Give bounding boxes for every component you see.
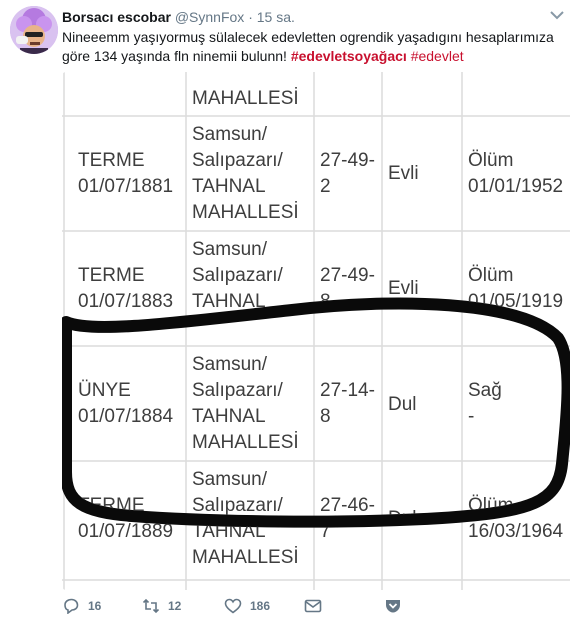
author-name[interactable]: Borsacı escobar [62, 9, 171, 25]
cell-address-r4-2: Salıpazarı/ [192, 495, 283, 516]
avatar[interactable] [10, 6, 58, 54]
cell-address-r1-4: MAHALLESİ [192, 202, 299, 223]
cell-address-r2-2: Salıpazarı/ [192, 265, 283, 286]
tweet-text: Nineeemm yaşıyormuş sülalecek edevletten… [62, 28, 562, 66]
cell-life-r4-1: Ölüm [468, 495, 514, 516]
cell-cilt-r3-2: 8 [320, 406, 331, 427]
cell-address-r3-2: Salıpazarı/ [192, 380, 283, 401]
cell-address-r1-1: Samsun/ [192, 124, 267, 145]
cell-place-r4: TERME [78, 495, 145, 516]
cell-status-r1: Evli [388, 163, 419, 184]
cell-place-r1: TERME [78, 150, 145, 171]
cell-life-r3-2: - [468, 406, 475, 427]
cell-address-r2-1: Samsun/ [192, 239, 267, 260]
reply-button[interactable]: 16 [62, 598, 101, 614]
cell-place-r3: ÜNYE [78, 380, 131, 401]
like-button[interactable]: 186 [224, 598, 270, 614]
attached-photo[interactable]: MAHALLESİ TERME 01/07/1881 Samsun/ Salıp… [62, 72, 570, 590]
cell-date-r2: 01/07/1883 [78, 291, 174, 312]
cell-cilt-r4-1: 27-46- [320, 495, 375, 516]
cell-place-r2: TERME [78, 265, 145, 286]
cell-address-r3-3: TAHNAL [192, 406, 266, 427]
retweet-count: 12 [168, 599, 182, 613]
cell-date-r1: 01/07/1881 [78, 176, 174, 197]
cell-address-r4-4: MAHALLESİ [192, 547, 299, 568]
cell-cilt-r3-1: 27-14- [320, 380, 375, 401]
cell-life-r3-1: Sağ [468, 380, 502, 401]
cell-address-r4-3: TAHNAL [192, 521, 266, 542]
cell-life-r2-2: 01/05/1919 [468, 291, 564, 312]
cell-life-r2-1: Ölüm [468, 265, 514, 286]
cell-date-r4: 01/07/1889 [78, 521, 174, 542]
retweet-icon [142, 598, 160, 614]
cell-address-r0: MAHALLESİ [192, 88, 299, 109]
avatar-image-icon [10, 6, 58, 54]
tweet[interactable]: Borsacı escobar @SynnFox · 15 sa. Nineee… [0, 0, 578, 620]
cell-address-r3-1: Samsun/ [192, 354, 267, 375]
cell-life-r1-2: 01/01/1952 [468, 176, 564, 197]
cell-life-r1-1: Ölüm [468, 150, 514, 171]
author-handle[interactable]: @SynnFox [175, 9, 244, 25]
heart-icon [224, 598, 242, 614]
reply-count: 16 [88, 599, 102, 613]
envelope-icon [304, 599, 322, 613]
cell-address-r1-3: TAHNAL [192, 176, 266, 197]
cell-cilt-r4-2: 7 [320, 521, 331, 542]
separator: · [248, 9, 253, 25]
timestamp[interactable]: 15 sa. [257, 9, 295, 25]
pocket-icon [386, 600, 400, 613]
cell-address-r4-1: Samsun/ [192, 469, 267, 490]
direct-message-button[interactable] [304, 598, 330, 614]
chevron-down-icon[interactable] [550, 10, 564, 20]
cell-address-r2-3: TAHNAL [192, 291, 266, 312]
tweet-text-line1: Nineeemm yaşıyormuş sülalecek edevletten… [62, 29, 554, 45]
hashtag-edevlet[interactable]: #edevlet [411, 48, 464, 64]
cell-status-r2: Evli [388, 278, 419, 299]
tweet-header: Borsacı escobar @SynnFox · 15 sa. [62, 8, 295, 26]
retweet-button[interactable]: 12 [142, 598, 181, 614]
like-count: 186 [250, 599, 271, 613]
save-button[interactable] [384, 598, 410, 614]
cell-status-r4: Dul [388, 508, 417, 529]
tweet-actions: 16 12 186 [62, 598, 562, 616]
hashtag-edevletsoyagaci[interactable]: #edevletsoyağacı [291, 48, 407, 64]
cell-life-r4-2: 16/03/1964 [468, 521, 564, 542]
cell-date-r3: 01/07/1884 [78, 406, 174, 427]
cell-cilt-r1-1: 27-49- [320, 150, 375, 171]
cell-address-r1-2: Salıpazarı/ [192, 150, 283, 171]
cell-cilt-r1-2: 2 [320, 176, 331, 197]
cell-cilt-r2-2: 8 [320, 291, 331, 312]
cell-cilt-r2-1: 27-49- [320, 265, 375, 286]
reply-icon [64, 598, 79, 614]
tweet-text-line2: göre 134 yaşında fln ninemii bulunn! [62, 48, 287, 64]
cell-address-r3-4: MAHALLESİ [192, 432, 299, 453]
cell-status-r3: Dul [388, 394, 417, 415]
